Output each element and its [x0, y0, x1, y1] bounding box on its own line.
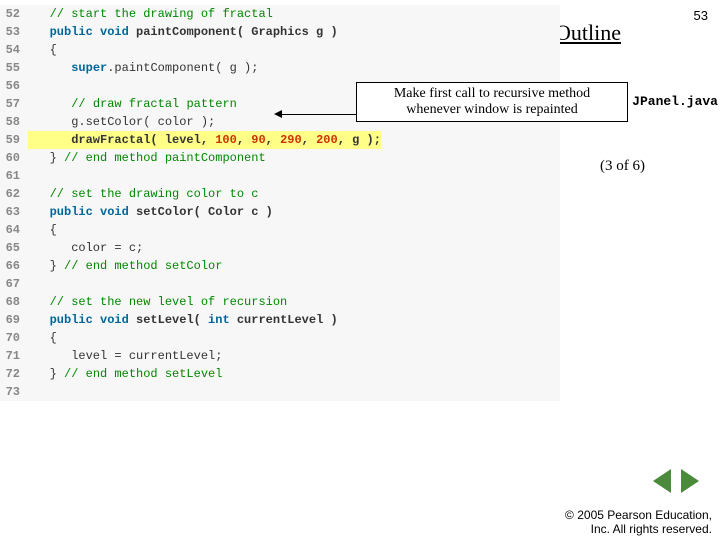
line-number: 72	[0, 365, 28, 383]
code-content: {	[28, 41, 57, 59]
code-line: 66 } // end method setColor	[0, 257, 560, 275]
code-line: 73	[0, 383, 560, 401]
code-line: 55 super.paintComponent( g );	[0, 59, 560, 77]
code-content: level = currentLevel;	[28, 347, 222, 365]
code-line: 53 public void paintComponent( Graphics …	[0, 23, 560, 41]
code-content: public void setLevel( int currentLevel )	[28, 311, 338, 329]
line-number: 66	[0, 257, 28, 275]
code-line: 59 drawFractal( level, 100, 90, 290, 200…	[0, 131, 560, 149]
code-content: } // end method paintComponent	[28, 149, 266, 167]
outline-heading: Outline	[555, 20, 621, 46]
next-button[interactable]	[681, 469, 699, 493]
code-line: 69 public void setLevel( int currentLeve…	[0, 311, 560, 329]
code-line: 61	[0, 167, 560, 185]
code-line: 54 {	[0, 41, 560, 59]
code-content: g.setColor( color );	[28, 113, 215, 131]
line-number: 64	[0, 221, 28, 239]
code-content: {	[28, 329, 57, 347]
line-number: 71	[0, 347, 28, 365]
code-line: 70 {	[0, 329, 560, 347]
line-number: 53	[0, 23, 28, 41]
line-number: 60	[0, 149, 28, 167]
code-content: // set the drawing color to c	[28, 185, 258, 203]
line-number: 57	[0, 95, 28, 113]
code-line: 63 public void setColor( Color c )	[0, 203, 560, 221]
line-number: 68	[0, 293, 28, 311]
code-content: // draw fractal pattern	[28, 95, 237, 113]
code-content: drawFractal( level, 100, 90, 290, 200, g…	[28, 131, 381, 149]
line-number: 55	[0, 59, 28, 77]
line-number: 73	[0, 383, 28, 401]
line-number: 62	[0, 185, 28, 203]
code-content: } // end method setColor	[28, 257, 222, 275]
code-line: 67	[0, 275, 560, 293]
line-number: 67	[0, 275, 28, 293]
code-line: 72 } // end method setLevel	[0, 365, 560, 383]
callout-line1: Make first call to recursive method	[357, 86, 627, 102]
code-content: {	[28, 221, 57, 239]
code-content: color = c;	[28, 239, 143, 257]
copyright: © 2005 Pearson Education, Inc. All right…	[565, 508, 712, 536]
copyright-line2: Inc. All rights reserved.	[565, 522, 712, 536]
code-content: // set the new level of recursion	[28, 293, 287, 311]
line-number: 65	[0, 239, 28, 257]
callout-arrow	[280, 114, 356, 115]
code-line: 64 {	[0, 221, 560, 239]
code-line: 68 // set the new level of recursion	[0, 293, 560, 311]
code-listing: 52 // start the drawing of fractal53 pub…	[0, 5, 560, 401]
code-content: super.paintComponent( g );	[28, 59, 258, 77]
line-number: 63	[0, 203, 28, 221]
page-number: 53	[694, 8, 708, 23]
file-label: JPanel.java	[632, 94, 718, 109]
code-content: public void paintComponent( Graphics g )	[28, 23, 338, 41]
line-number: 56	[0, 77, 28, 95]
code-line: 60 } // end method paintComponent	[0, 149, 560, 167]
line-number: 54	[0, 41, 28, 59]
line-number: 58	[0, 113, 28, 131]
line-number: 52	[0, 5, 28, 23]
line-number: 59	[0, 131, 28, 149]
copyright-line1: © 2005 Pearson Education,	[565, 508, 712, 522]
line-number: 61	[0, 167, 28, 185]
code-line: 52 // start the drawing of fractal	[0, 5, 560, 23]
prev-button[interactable]	[653, 469, 671, 493]
callout-box: Make first call to recursive method when…	[356, 82, 628, 122]
nav-controls	[650, 469, 702, 498]
callout-line2: whenever window is repainted	[357, 102, 627, 118]
part-indicator: (3 of 6)	[600, 158, 645, 175]
code-content: } // end method setLevel	[28, 365, 222, 383]
line-number: 69	[0, 311, 28, 329]
code-line: 65 color = c;	[0, 239, 560, 257]
line-number: 70	[0, 329, 28, 347]
code-content: // start the drawing of fractal	[28, 5, 273, 23]
code-line: 62 // set the drawing color to c	[0, 185, 560, 203]
code-content: public void setColor( Color c )	[28, 203, 273, 221]
code-line: 71 level = currentLevel;	[0, 347, 560, 365]
